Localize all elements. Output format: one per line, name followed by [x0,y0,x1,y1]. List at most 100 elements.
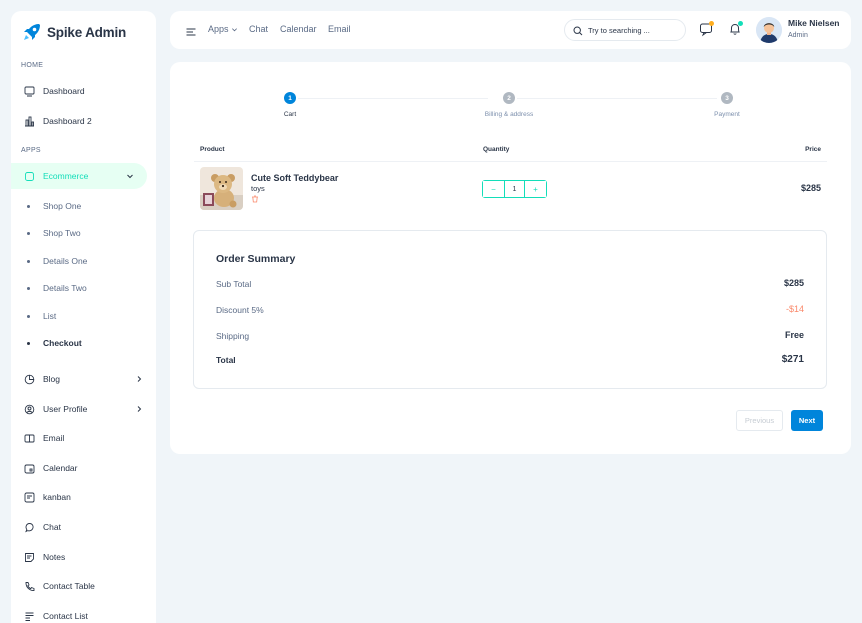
step-label: Payment [714,111,740,118]
qty-decrease-button[interactable]: − [483,181,504,197]
phone-icon [24,581,35,592]
sidebar-item-label: Email [43,433,65,443]
sidebar-subitem-details-two[interactable]: Details Two [11,277,156,299]
sidebar-item-kanban[interactable]: kanban [11,484,156,510]
trash-icon[interactable] [251,195,259,203]
notifications-button[interactable] [727,21,743,37]
sidebar-item-email[interactable]: Email [11,425,156,451]
brand-name: Spike Admin [47,24,127,40]
sidebar-item-label: Dashboard [43,86,85,96]
message-icon [24,522,35,533]
sidebar-item-label: User Profile [43,404,88,414]
monitor-icon [24,86,35,97]
sidebar-item-label: kanban [43,492,71,502]
previous-button[interactable]: Previous [736,410,783,431]
sidebar-item-contact-list[interactable]: Contact List [11,603,156,623]
column-header-product: Product [200,146,225,153]
chart-bar-icon [24,116,35,127]
messages-badge-dot [709,21,714,26]
step-cart[interactable]: 1 Cart [240,92,340,118]
sidebar-subitem-shop-one[interactable]: Shop One [11,195,156,217]
subtotal-label: Sub Total [216,279,252,289]
header-link-calendar[interactable]: Calendar [280,24,317,34]
user-name: Mike Nielsen [788,18,840,28]
total-label: Total [216,355,236,365]
search-icon [573,26,583,36]
qty-value[interactable]: 1 [504,181,525,197]
menu-toggle-icon[interactable] [186,24,196,36]
sidebar-item-calendar[interactable]: Calendar [11,455,156,481]
sidebar-subitem-label: List [43,311,57,321]
header-link-chat[interactable]: Chat [249,24,268,34]
shipping-label: Shipping [216,331,250,341]
top-header: Apps Chat Calendar Email Mike Nielsen Ad… [170,11,851,49]
bullet-dot [27,204,30,208]
basket-icon [24,171,35,182]
rocket-icon [22,22,42,42]
nav-caption-home: HOME [21,62,44,69]
subtotal-value: $285 [783,278,804,288]
sidebar-subitem-checkout[interactable]: Checkout [11,332,156,354]
header-menu-apps-label: Apps [208,24,229,34]
sidebar-item-contact-table[interactable]: Contact Table [11,573,156,599]
sidebar: Spike Admin HOME Dashboard Dashboard 2 A… [11,11,156,623]
step-number: 3 [721,92,733,104]
product-category: toys [251,184,265,193]
step-billing[interactable]: 2 Billing & address [459,92,559,118]
header-menu-apps[interactable]: Apps [208,24,238,34]
sidebar-item-user-profile[interactable]: User Profile [11,396,156,422]
sidebar-subitem-details-one[interactable]: Details One [11,250,156,272]
sidebar-item-label: Notes [43,552,66,562]
sidebar-item-ecommerce[interactable]: Ecommerce [11,163,147,189]
notifications-badge-dot [738,21,743,26]
sidebar-item-label: Blog [43,374,61,384]
step-payment[interactable]: 3 Payment [677,92,777,118]
header-link-email[interactable]: Email [328,24,351,34]
layout-kanban-icon [24,492,35,503]
search-box[interactable] [564,19,686,41]
column-header-price: Price [805,146,821,153]
sidebar-subitem-label: Details Two [43,283,87,293]
step-number: 1 [284,92,296,104]
sidebar-subitem-label: Shop One [43,201,82,211]
chart-pie-icon [24,374,35,385]
product-image [200,167,243,210]
sidebar-item-dashboard[interactable]: Dashboard [11,78,156,104]
shipping-value: Free [784,330,804,340]
messages-button[interactable] [698,21,714,37]
mail-icon [24,433,35,444]
order-summary-title: Order Summary [216,253,296,265]
column-header-quantity: Quantity [483,146,510,153]
avatar[interactable] [756,17,782,43]
calendar-icon [24,463,35,474]
step-label: Billing & address [484,111,534,118]
next-button[interactable]: Next [791,410,823,431]
row-price: $285 [800,183,821,193]
chevron-right-icon [135,375,143,383]
bullet-dot [27,286,30,290]
user-circle-icon [24,404,35,415]
sidebar-item-notes[interactable]: Notes [11,544,156,570]
qty-increase-button[interactable]: + [525,181,546,197]
sidebar-subitem-list[interactable]: List [11,305,156,327]
sidebar-item-label: Ecommerce [43,171,89,181]
bullet-dot [27,259,30,263]
sidebar-item-dashboard-2[interactable]: Dashboard 2 [11,108,156,134]
brand-logo[interactable]: Spike Admin [22,21,126,43]
sidebar-item-label: Contact Table [43,581,95,591]
discount-label: Discount 5% [216,305,264,315]
product-name[interactable]: Cute Soft Teddybear [251,173,338,183]
sidebar-subitem-shop-two[interactable]: Shop Two [11,222,156,244]
table-divider [194,161,827,162]
sidebar-item-blog[interactable]: Blog [11,366,156,392]
chevron-down-icon [126,172,134,180]
checkout-card: 1 Cart 2 Billing & address 3 Payment Pro… [170,62,851,454]
search-input[interactable] [588,24,680,37]
total-value: $271 [781,354,804,365]
sidebar-item-label: Contact List [43,611,88,621]
quantity-stepper: − 1 + [482,180,547,198]
chevron-down-icon [231,27,237,31]
sidebar-item-chat[interactable]: Chat [11,514,156,540]
sidebar-subitem-label: Details One [43,256,88,266]
nav-caption-apps: APPS [21,147,41,154]
